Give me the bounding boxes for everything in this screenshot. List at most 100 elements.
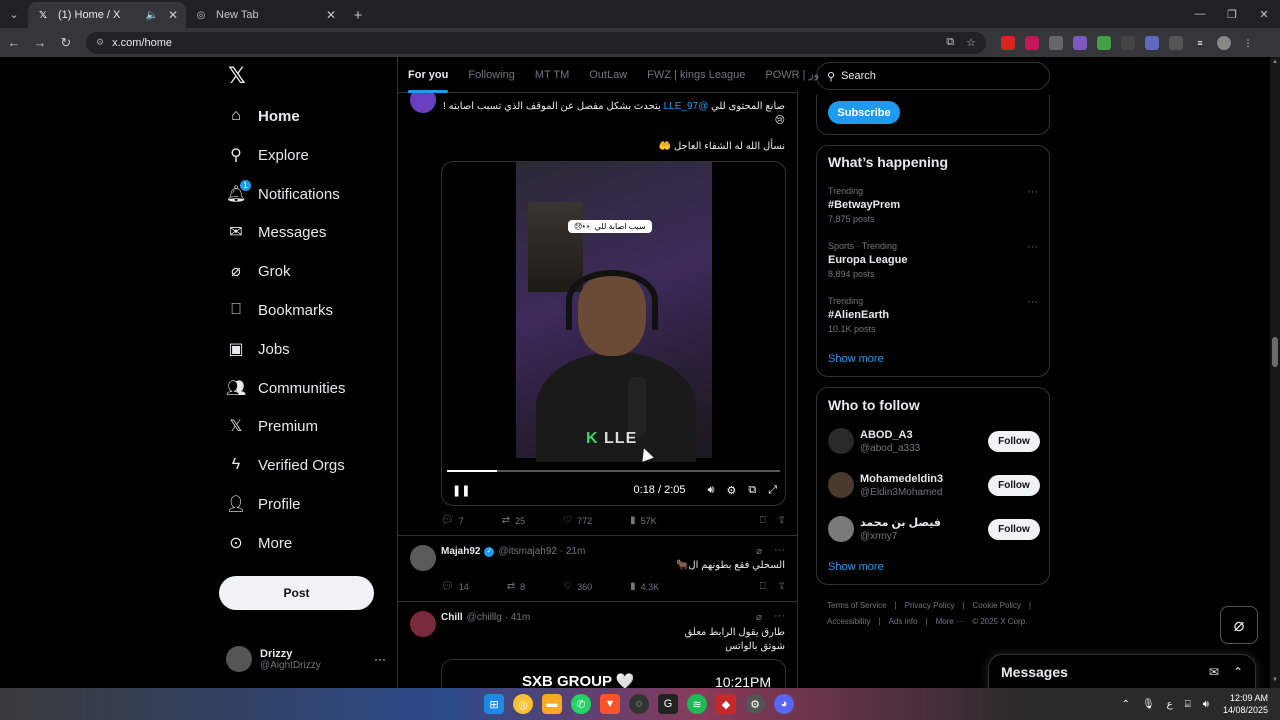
install-app-icon[interactable]: ⧉ [946,36,954,49]
extension-grid-icon[interactable] [1049,35,1063,50]
follow-suggestion[interactable]: فيصل بن محمد @xrmy7 Follow [828,514,1040,544]
discord-icon[interactable]: ◕ [774,694,794,714]
follow-button[interactable]: Follow [988,474,1040,496]
close-tab-icon[interactable]: ✕ [326,8,336,22]
steam-icon[interactable]: ⚙ [745,694,765,714]
nav-profile[interactable]: 👤︎ Profile [226,488,301,520]
more-options-icon[interactable]: ··· [774,544,785,556]
nav-home[interactable]: ⌂ Home [226,100,300,132]
pip-icon[interactable]: ⧉ [748,484,756,497]
page-scrollbar[interactable]: ▲ ▼ [1270,57,1280,688]
follow-button[interactable]: Follow [988,518,1040,540]
mention-link[interactable]: @LLE_97 [664,101,709,112]
trend-item[interactable]: Trending #BetwayPrem 7,875 posts ··· [828,186,1038,224]
expand-icon[interactable]: ⌃ [1233,665,1243,679]
media-card[interactable]: SXB GROUP 🤍 10:21PM [441,659,786,688]
grok-icon[interactable]: ⌀ [756,612,762,623]
grok-floating-button[interactable]: ⌀ [1220,606,1258,644]
nav-bookmarks[interactable]: ⎕ Bookmarks [226,294,333,326]
like-button[interactable]: ♡ 360 [563,581,592,592]
tab-search-icon[interactable]: ⌄ [0,0,28,28]
author-handle[interactable]: @itsmajah92 · 21m [498,546,585,557]
more-options-icon[interactable]: ··· [774,610,785,622]
trend-item[interactable]: Trending #AlienEarth 10.1K posts ··· [828,296,1038,334]
account-switcher[interactable]: Drizzy @AightDrizzy ··· [226,643,386,675]
bookmark-star-icon[interactable]: ☆ [966,36,976,49]
x-logo-icon[interactable]: 𝕏 [228,65,250,87]
pause-icon[interactable]: ❚❚ [452,484,470,497]
author-handle[interactable]: @chilllg · 41m [467,612,531,623]
video-progress-bar[interactable] [447,470,780,472]
footer-link[interactable]: Ads info [889,617,918,626]
nav-premium[interactable]: 𝕏 Premium [226,410,318,442]
bookmark-icon[interactable]: ⎕ [760,515,766,526]
address-bar[interactable]: ⚙ x.com/home ⧉ ☆ [86,31,986,54]
footer-link[interactable]: Cookie Policy [973,601,1021,610]
footer-link[interactable]: Terms of Service [827,601,887,610]
chrome-icon[interactable]: ◎ [513,694,533,714]
file-explorer-icon[interactable]: ▬ [542,694,562,714]
reading-list-icon[interactable]: ≡ [1193,35,1207,50]
tab-for-you[interactable]: For you [398,57,458,93]
speaker-icon[interactable]: 🔈 [145,10,157,21]
back-icon[interactable]: ← [2,31,26,55]
views-button[interactable]: ▮ 57K [630,515,657,526]
tab-home-x[interactable]: 𝕏 (1) Home / X 🔈 ✕ [28,2,186,28]
site-info-icon[interactable]: ⚙ [96,37,104,48]
extensions-puzzle-icon[interactable] [1169,35,1183,50]
scroll-down-icon[interactable]: ▼ [1272,677,1278,683]
more-options-icon[interactable]: ··· [1027,241,1038,253]
tab-fwz[interactable]: FWZ | kings League [637,57,755,93]
repost-button[interactable]: ⇄ 8 [507,581,525,592]
subscribe-button[interactable]: Subscribe [828,101,900,124]
share-icon[interactable]: ⇪ [778,515,786,526]
author-name[interactable]: Majah92 [441,546,480,557]
extension-purple-icon[interactable] [1073,35,1087,50]
circular-app-icon[interactable]: ◌ [629,694,649,714]
tab-new-tab[interactable]: ◎ New Tab ✕ [186,2,344,28]
extension-red-icon[interactable] [1001,35,1015,50]
red-app-icon[interactable]: ◆ [716,694,736,714]
reply-button[interactable]: 💬︎ 7 [441,515,464,526]
nav-grok[interactable]: ⌀ Grok [226,255,290,287]
search-input[interactable]: ⚲ Search [816,62,1050,90]
more-options-icon[interactable]: ··· [1027,186,1038,198]
nav-messages[interactable]: ✉ Messages [226,216,326,248]
author-name[interactable]: Chill [441,612,463,623]
whatsapp-icon[interactable]: ✆ [571,694,591,714]
nav-more[interactable]: ⊙ More [226,527,292,559]
nav-communities[interactable]: 👥︎ Communities [226,372,346,404]
nav-explore[interactable]: ⚲ Explore [226,139,309,171]
nav-jobs[interactable]: ▣ Jobs [226,333,289,365]
microphone-icon[interactable]: 🎙︎ [1142,699,1155,710]
show-more-link[interactable]: Show more [828,353,884,365]
trend-item[interactable]: Sports · Trending Europa League 8,894 po… [828,241,1038,279]
more-options-icon[interactable]: ··· [1027,296,1038,308]
forward-icon[interactable]: → [28,31,52,55]
profile-avatar-icon[interactable] [1217,35,1231,50]
taskbar-clock[interactable]: 12:09 AM 14/08/2025 [1223,692,1268,716]
like-button[interactable]: ♡ 772 [563,515,592,526]
tab-outlaw[interactable]: OutLaw [579,57,637,93]
show-more-link[interactable]: Show more [828,561,884,573]
language-indicator[interactable]: ع [1167,699,1173,710]
repost-button[interactable]: ⇄ 25 [502,515,525,526]
tab-powr[interactable]: POWR | ور [755,57,829,93]
brave-icon[interactable]: ▼ [600,694,620,714]
g-app-icon[interactable]: G [658,694,678,714]
new-message-icon[interactable]: ✉ [1209,665,1219,679]
settings-gear-icon[interactable]: ⚙ [726,484,736,497]
messages-drawer[interactable]: Messages ✉ ⌃ [988,654,1256,688]
nav-verified-orgs[interactable]: ϟ Verified Orgs [226,449,345,481]
new-tab-button[interactable]: + [344,2,372,28]
footer-link[interactable]: Privacy Policy [905,601,955,610]
follow-button[interactable]: Follow [988,430,1040,452]
video-player[interactable]: سبب اصابة للي 👀😞 K LLE ❚❚ 0:18 / 2:05 🔊︎… [441,161,786,506]
footer-link[interactable]: Accessibility [827,617,871,626]
footer-more-link[interactable]: More ··· [936,617,964,626]
volume-icon[interactable]: 🔊︎ [708,484,715,497]
views-button[interactable]: ▮ 4.3K [630,581,659,592]
extension-shield-icon[interactable] [1097,35,1111,50]
close-tab-icon[interactable]: ✕ [168,8,178,22]
restore-icon[interactable]: ❐ [1216,0,1248,28]
